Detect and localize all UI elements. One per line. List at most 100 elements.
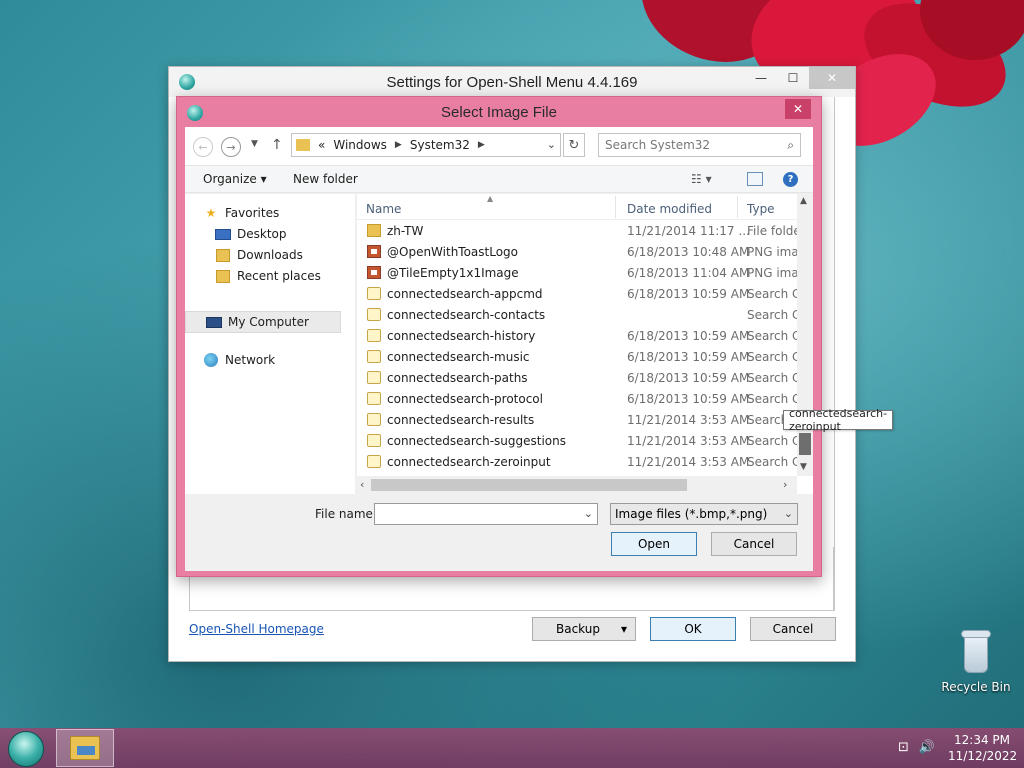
dialog-titlebar[interactable]: Select Image File ✕ bbox=[177, 97, 821, 127]
file-type-filter[interactable]: Image files (*.bmp,*.png) ⌄ bbox=[610, 503, 798, 525]
backup-button[interactable]: Backup ▾ bbox=[532, 617, 636, 641]
breadcrumb-chevron-icon[interactable]: ▶ bbox=[478, 140, 485, 150]
file-date: 6/18/2013 10:59 AM bbox=[627, 329, 750, 343]
nav-network-label: Network bbox=[225, 353, 276, 367]
desktop-icon bbox=[215, 227, 231, 241]
change-view-icon[interactable]: ☷ ▾ bbox=[691, 172, 712, 186]
scroll-left-icon[interactable]: ‹ bbox=[360, 478, 364, 491]
search-connector-icon bbox=[367, 413, 381, 426]
settings-titlebar[interactable]: Settings for Open-Shell Menu 4.4.169 — ☐… bbox=[169, 67, 855, 97]
homepage-link[interactable]: Open-Shell Homepage bbox=[189, 622, 324, 636]
file-row[interactable]: connectedsearch-results 11/21/2014 3:53 A… bbox=[357, 409, 797, 430]
file-explorer-icon bbox=[70, 736, 100, 760]
file-name: connectedsearch-appcmd bbox=[387, 287, 543, 301]
refresh-button[interactable]: ↻ bbox=[563, 133, 585, 157]
minimize-button[interactable]: — bbox=[745, 67, 777, 89]
file-date: 11/21/2014 3:53 AM bbox=[627, 413, 750, 427]
file-date: 11/21/2014 11:17 ... bbox=[627, 224, 750, 238]
nav-downloads[interactable]: Downloads bbox=[215, 248, 303, 262]
hscroll-thumb[interactable] bbox=[371, 479, 687, 491]
breadcrumb-windows[interactable]: Windows bbox=[333, 138, 387, 152]
recycle-bin[interactable]: Recycle Bin bbox=[938, 630, 1014, 694]
file-date: 6/18/2013 10:48 AM bbox=[627, 245, 750, 259]
breadcrumb-chevron-icon[interactable]: ▶ bbox=[395, 140, 402, 150]
file-type: Search Connector bbox=[747, 350, 797, 364]
file-name: connectedsearch-music bbox=[387, 350, 530, 364]
folder-icon bbox=[367, 224, 381, 237]
column-date-modified[interactable]: Date modified bbox=[627, 202, 712, 216]
scroll-up-icon[interactable]: ▲ bbox=[800, 196, 807, 206]
file-name: connectedsearch-suggestions bbox=[387, 434, 566, 448]
breadcrumb-system32[interactable]: System32 bbox=[410, 138, 470, 152]
navigation-bar: ← → ▼ ↑ « Windows ▶ System32 ▶ ⌄ ↻ Searc… bbox=[185, 127, 813, 165]
nav-my-computer[interactable]: My Computer bbox=[185, 311, 341, 333]
file-row[interactable]: connectedsearch-appcmd 6/18/2013 10:59 AM… bbox=[357, 283, 797, 304]
nav-network[interactable]: Network bbox=[203, 353, 275, 367]
nav-favorites[interactable]: ★ Favorites bbox=[203, 206, 280, 220]
file-date: 6/18/2013 10:59 AM bbox=[627, 371, 750, 385]
navigation-pane: ★ Favorites Desktop Downloads Recent pla… bbox=[185, 194, 355, 494]
file-type: Search Connector bbox=[747, 287, 797, 301]
search-connector-icon bbox=[367, 371, 381, 384]
cancel-button[interactable]: Cancel bbox=[750, 617, 836, 641]
dialog-close-button[interactable]: ✕ bbox=[785, 99, 811, 119]
scroll-thumb[interactable] bbox=[799, 433, 811, 455]
scroll-right-icon[interactable]: › bbox=[783, 478, 787, 491]
preview-pane-icon[interactable] bbox=[747, 172, 763, 186]
file-row[interactable]: connectedsearch-music 6/18/2013 10:59 AM S… bbox=[357, 346, 797, 367]
address-overflow[interactable]: « bbox=[318, 138, 325, 152]
file-name: connectedsearch-protocol bbox=[387, 392, 543, 406]
file-row[interactable]: zh-TW 11/21/2014 11:17 ...File folder bbox=[357, 220, 797, 241]
search-icon[interactable]: ⌕ bbox=[787, 138, 794, 153]
start-button[interactable] bbox=[8, 731, 44, 767]
new-folder-button[interactable]: New folder bbox=[293, 172, 358, 186]
volume-icon[interactable]: 🔊 bbox=[919, 740, 935, 755]
up-button[interactable]: ↑ bbox=[271, 137, 283, 153]
file-row[interactable]: connectedsearch-protocol 6/18/2013 10:59 … bbox=[357, 388, 797, 409]
filter-dropdown-icon[interactable]: ⌄ bbox=[784, 507, 793, 520]
file-name-input[interactable]: ⌄ bbox=[374, 503, 598, 525]
maximize-button[interactable]: ☐ bbox=[777, 67, 809, 89]
column-type[interactable]: Type bbox=[747, 202, 775, 216]
file-row[interactable]: connectedsearch-paths 6/18/2013 10:59 AM S… bbox=[357, 367, 797, 388]
file-type-value: Image files (*.bmp,*.png) bbox=[615, 507, 768, 521]
file-name-dropdown-icon[interactable]: ⌄ bbox=[584, 507, 593, 520]
network-tray-icon[interactable]: ⊡ bbox=[898, 740, 909, 755]
file-row[interactable]: @TileEmpty1x1Image 6/18/2013 11:04 AM PNG … bbox=[357, 262, 797, 283]
file-row[interactable]: connectedsearch-history 6/18/2013 10:59 A… bbox=[357, 325, 797, 346]
file-row[interactable]: connectedsearch-zeroinput 11/21/2014 3:53… bbox=[357, 451, 797, 472]
back-button[interactable]: ← bbox=[193, 137, 213, 157]
recent-locations-dropdown-icon[interactable]: ▼ bbox=[251, 139, 258, 149]
address-dropdown-icon[interactable]: ⌄ bbox=[547, 138, 556, 151]
open-shell-icon bbox=[179, 74, 195, 90]
scroll-down-icon[interactable]: ▼ bbox=[800, 462, 807, 472]
forward-button[interactable]: → bbox=[221, 137, 241, 157]
horizontal-scrollbar[interactable]: ‹ › bbox=[357, 476, 797, 494]
taskbar-file-explorer[interactable] bbox=[56, 729, 114, 767]
vertical-scrollbar[interactable]: ▲ ▼ bbox=[797, 194, 813, 476]
search-input[interactable]: Search System32 ⌕ bbox=[598, 133, 801, 157]
file-type: Search Connector bbox=[747, 329, 797, 343]
search-connector-icon bbox=[367, 392, 381, 405]
open-button[interactable]: Open bbox=[611, 532, 697, 556]
file-row[interactable]: connectedsearch-suggestions 11/21/2014 3:… bbox=[357, 430, 797, 451]
column-name[interactable]: Name bbox=[366, 202, 401, 216]
select-image-dialog: Select Image File ✕ ← → ▼ ↑ « Windows ▶ … bbox=[176, 96, 894, 577]
address-bar[interactable]: « Windows ▶ System32 ▶ ⌄ bbox=[291, 133, 561, 157]
help-icon[interactable]: ? bbox=[783, 172, 798, 187]
nav-desktop[interactable]: Desktop bbox=[215, 227, 287, 241]
file-rows: zh-TW 11/21/2014 11:17 ...File folder @Ope… bbox=[357, 220, 797, 472]
sort-ascending-icon: ▲ bbox=[487, 194, 494, 203]
search-connector-icon bbox=[367, 455, 381, 468]
file-name: connectedsearch-zeroinput bbox=[387, 455, 551, 469]
organize-button[interactable]: Organize ▾ bbox=[203, 172, 267, 186]
clock[interactable]: 12:34 PM 11/12/2022 bbox=[948, 732, 1017, 764]
file-row[interactable]: connectedsearch-contacts Search Connector bbox=[357, 304, 797, 325]
backup-dropdown-icon[interactable]: ▾ bbox=[613, 618, 635, 640]
close-button[interactable]: ✕ bbox=[809, 67, 855, 89]
nav-recent-places[interactable]: Recent places bbox=[215, 269, 321, 283]
file-row[interactable]: @OpenWithToastLogo 6/18/2013 10:48 AM PNG … bbox=[357, 241, 797, 262]
ok-button[interactable]: OK bbox=[650, 617, 736, 641]
dialog-cancel-button[interactable]: Cancel bbox=[711, 532, 797, 556]
settings-title: Settings for Open-Shell Menu 4.4.169 bbox=[386, 73, 638, 91]
